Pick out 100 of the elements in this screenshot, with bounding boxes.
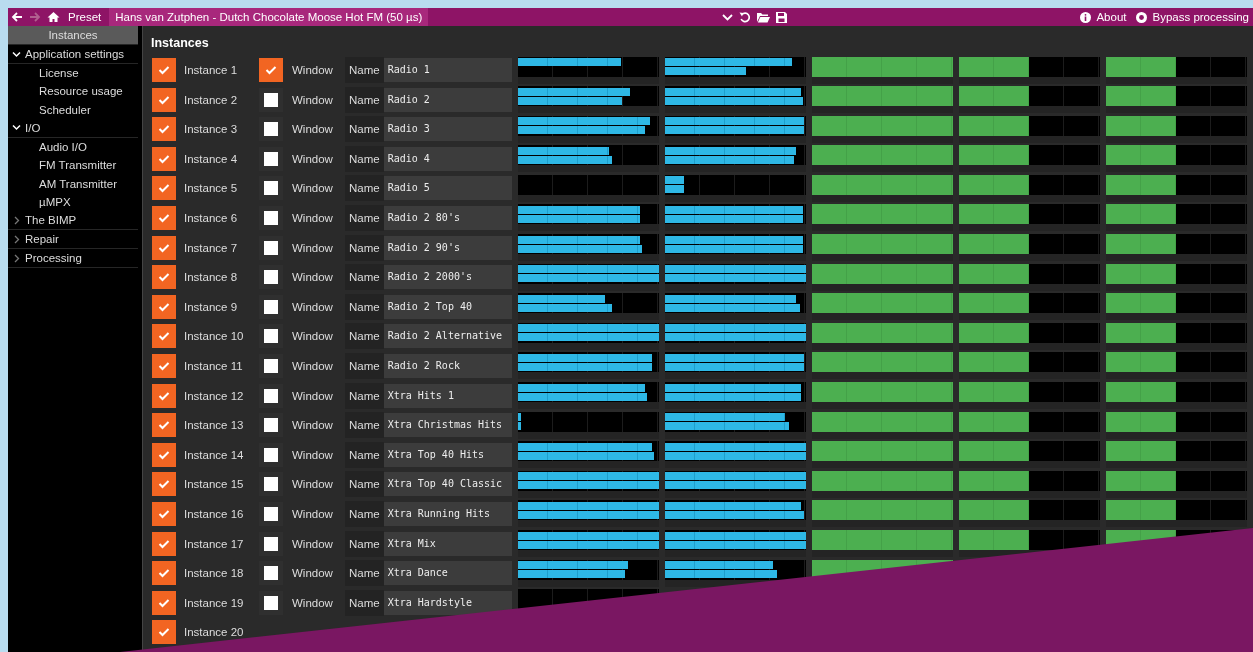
checkbox[interactable] — [259, 472, 283, 497]
name-field[interactable]: Radio 4 — [383, 146, 512, 171]
chevron-down-icon[interactable] — [721, 12, 733, 22]
instance-label: Instance 3 — [184, 123, 239, 136]
checkbox[interactable] — [259, 294, 283, 319]
chevron-down-icon[interactable] — [12, 123, 21, 133]
panel-title: Instances — [150, 35, 210, 52]
checkbox[interactable] — [152, 205, 176, 230]
name-field[interactable]: Radio 2 2000's — [383, 265, 512, 290]
name-field[interactable]: Xtra Hardstyle — [383, 590, 512, 615]
checkbox[interactable] — [259, 442, 283, 467]
sidebar-item[interactable]: Scheduler — [8, 100, 138, 119]
checkbox[interactable] — [259, 413, 283, 438]
sidebar-item[interactable]: Application settings — [8, 45, 138, 64]
sidebar-item[interactable]: I/O — [8, 118, 138, 138]
back-icon[interactable] — [11, 11, 23, 23]
checkbox[interactable] — [152, 531, 176, 556]
instance-label: Instance 11 — [184, 359, 244, 372]
checkbox[interactable] — [259, 265, 283, 290]
checkbox[interactable] — [259, 353, 283, 378]
folder-icon[interactable] — [756, 11, 770, 23]
checkbox[interactable] — [152, 235, 176, 260]
name-field[interactable]: Radio 5 — [383, 176, 512, 201]
checkbox[interactable] — [152, 58, 176, 82]
checkbox[interactable] — [152, 383, 176, 408]
name-field[interactable]: Xtra Hits 1 — [383, 383, 512, 408]
checkbox[interactable] — [152, 294, 176, 319]
sidebar-item[interactable]: Instances — [8, 26, 138, 45]
name-label: Name — [345, 323, 384, 350]
name-field[interactable]: Radio 2 90's — [383, 235, 512, 260]
name-field[interactable]: Xtra Top 40 Hits — [383, 442, 512, 467]
checkbox[interactable] — [152, 501, 176, 526]
window-label: Window — [292, 123, 334, 136]
sidebar-item[interactable]: Resource usage — [8, 82, 138, 101]
checkbox[interactable] — [259, 383, 283, 408]
checkbox[interactable] — [152, 590, 176, 615]
preset-label: Preset — [68, 11, 102, 23]
name-field[interactable]: Xtra Top 40 Classic — [383, 472, 512, 497]
name-label: Name — [345, 86, 384, 113]
sidebar-item[interactable]: Processing — [8, 249, 138, 269]
instance-label: Instance 17 — [184, 537, 245, 550]
sidebar-item[interactable]: License — [8, 64, 138, 83]
sidebar-item[interactable]: Audio I/O — [8, 137, 138, 157]
name-field[interactable]: Xtra Christmas Hits — [383, 413, 512, 438]
window-label: Window — [292, 478, 334, 491]
name-field[interactable]: Radio 2 80's — [383, 205, 512, 230]
name-field[interactable]: Radio 1 — [383, 58, 512, 82]
bypass-processing-button[interactable]: Bypass processing — [1136, 11, 1249, 23]
name-label: Name — [345, 560, 384, 587]
checkbox[interactable] — [259, 87, 283, 112]
checkbox[interactable] — [152, 442, 176, 467]
sidebar-item[interactable]: Repair — [8, 230, 138, 250]
name-field[interactable]: Radio 2 Alternative — [383, 324, 512, 349]
checkbox[interactable] — [152, 353, 176, 378]
sidebar-item[interactable]: The BIMP — [8, 211, 138, 231]
checkbox[interactable] — [259, 561, 283, 586]
checkbox[interactable] — [152, 561, 176, 586]
checkbox[interactable] — [152, 620, 176, 645]
sidebar-item[interactable]: AM Transmitter — [8, 174, 138, 193]
about-button[interactable]: About — [1080, 11, 1127, 23]
name-field[interactable]: Xtra Dance — [383, 561, 512, 586]
window-label: Window — [292, 389, 334, 402]
checkbox[interactable] — [152, 265, 176, 290]
instance-label: Instance 19 — [184, 596, 245, 609]
name-field[interactable]: Radio 2 Rock — [383, 353, 512, 378]
radio-icon — [1136, 11, 1148, 23]
name-field[interactable]: Xtra Running Hits — [383, 501, 512, 526]
checkbox[interactable] — [152, 87, 176, 112]
chevron-down-icon[interactable] — [12, 49, 21, 59]
checkbox[interactable] — [259, 235, 283, 260]
checkbox[interactable] — [152, 117, 176, 142]
checkbox[interactable] — [259, 501, 283, 526]
name-field[interactable]: Radio 2 Top 40 — [383, 294, 512, 319]
checkbox[interactable] — [259, 205, 283, 230]
sidebar-item[interactable]: µMPX — [8, 192, 138, 212]
home-icon[interactable] — [47, 11, 60, 23]
checkbox[interactable] — [259, 590, 283, 615]
undo-icon[interactable] — [738, 11, 751, 23]
name-field[interactable]: Radio 2 — [383, 87, 512, 112]
info-icon — [1080, 11, 1092, 23]
name-label: Name — [345, 293, 384, 320]
checkbox[interactable] — [259, 117, 283, 142]
checkbox[interactable] — [152, 413, 176, 438]
checkbox[interactable] — [152, 146, 176, 171]
preset-name-field[interactable]: Hans van Zutphen - Dutch Chocolate Moose Hot FM (50 µs) — [109, 8, 429, 26]
check-icon — [158, 627, 170, 638]
checkbox[interactable] — [259, 324, 283, 349]
checkbox[interactable] — [152, 176, 176, 201]
checkbox[interactable] — [152, 324, 176, 349]
checkbox[interactable] — [259, 176, 283, 201]
checkbox[interactable] — [152, 472, 176, 497]
checkbox[interactable] — [259, 58, 283, 82]
checkbox[interactable] — [259, 146, 283, 171]
name-field[interactable]: Xtra Mix — [383, 531, 512, 556]
checkbox[interactable] — [259, 531, 283, 556]
save-icon[interactable] — [775, 11, 787, 23]
check-icon — [158, 301, 170, 312]
check-icon — [158, 568, 170, 579]
name-field[interactable]: Radio 3 — [383, 117, 512, 142]
sidebar-item[interactable]: FM Transmitter — [8, 156, 138, 175]
